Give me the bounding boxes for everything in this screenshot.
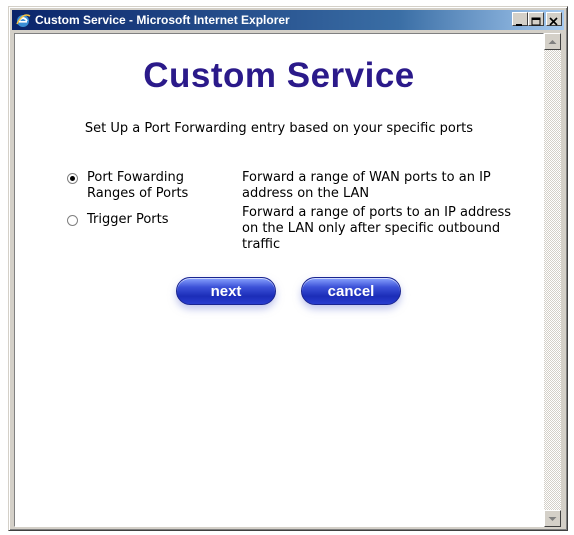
close-icon	[549, 17, 558, 26]
option-label-trigger-ports: Trigger Ports	[87, 212, 169, 227]
close-button[interactable]	[546, 12, 562, 26]
scroll-down-button[interactable]	[544, 510, 561, 527]
browser-window: Custom Service - Microsoft Internet Expl…	[8, 6, 568, 531]
next-button[interactable]: next	[176, 277, 276, 305]
arrow-down-icon	[548, 516, 557, 521]
minimize-button[interactable]	[512, 12, 528, 26]
internet-explorer-icon	[15, 12, 31, 28]
title-bar[interactable]: Custom Service - Microsoft Internet Expl…	[12, 10, 564, 30]
cancel-button[interactable]: cancel	[301, 277, 401, 305]
scroll-up-button[interactable]	[544, 33, 561, 50]
option-description-port-forwarding: Forward a range of WAN ports to an IP ad…	[242, 170, 491, 201]
page-title: Custom Service	[143, 56, 415, 95]
radio-trigger-ports[interactable]	[67, 215, 78, 226]
option-label-line1: Port Fowarding	[87, 170, 184, 185]
page-subtitle: Set Up a Port Forwarding entry based on …	[84, 121, 474, 136]
minimize-icon	[516, 24, 522, 26]
radio-port-forwarding[interactable]	[67, 173, 78, 184]
arrow-up-icon	[548, 39, 557, 44]
page-content: Custom Service Set Up a Port Forwarding …	[14, 33, 544, 527]
maximize-icon	[531, 17, 541, 26]
window-title: Custom Service - Microsoft Internet Expl…	[35, 13, 290, 27]
vertical-scrollbar[interactable]	[544, 33, 561, 527]
option-description-trigger-ports: Forward a range of ports to an IP addres…	[242, 205, 512, 252]
option-label-line2: Ranges of Ports	[87, 186, 189, 201]
maximize-button[interactable]	[528, 12, 544, 26]
option-label-port-forwarding: Port Fowarding Ranges of Ports	[87, 170, 188, 202]
